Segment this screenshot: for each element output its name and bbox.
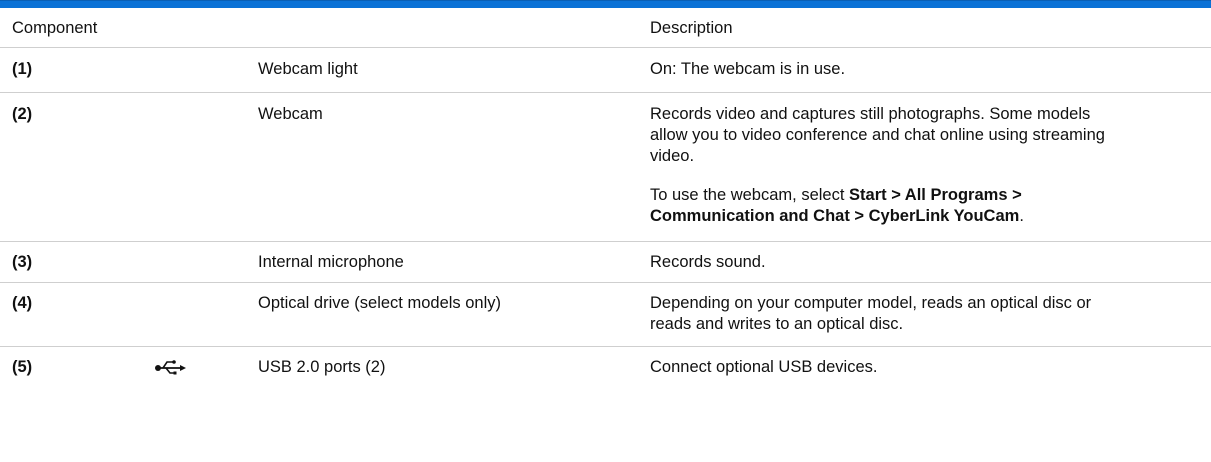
component-number: (3) bbox=[12, 253, 33, 271]
component-name: Internal microphone bbox=[258, 253, 404, 271]
component-number: (4) bbox=[12, 294, 33, 312]
component-table: Component Description (1) Webcam light O… bbox=[0, 0, 1211, 397]
table-row: (5) USB 2.0 ports (2) Connect optional U… bbox=[0, 347, 1211, 397]
table-row: (1) Webcam light On: The webcam is in us… bbox=[0, 48, 1211, 93]
table-row: (2) Webcam Records video and captures st… bbox=[0, 93, 1211, 242]
component-description: Connect optional USB devices. bbox=[650, 358, 878, 376]
table-row: (3) Internal microphone Records sound. bbox=[0, 242, 1211, 283]
component-description: On: The webcam is in use. bbox=[650, 60, 846, 78]
component-icon-cell bbox=[120, 252, 258, 282]
component-description: Records sound. bbox=[650, 253, 766, 271]
component-description-cell: Records video and captures still photogr… bbox=[650, 104, 1211, 241]
component-description: Records video and captures still photogr… bbox=[650, 105, 1105, 165]
component-name: USB 2.0 ports (2) bbox=[258, 358, 386, 376]
component-name: Webcam light bbox=[258, 60, 358, 78]
table-header-row: Component Description bbox=[0, 8, 1211, 48]
component-icon-cell bbox=[120, 104, 258, 241]
component-icon-cell bbox=[120, 293, 258, 346]
component-description: Depending on your computer model, reads … bbox=[650, 294, 1092, 333]
table-top-rule bbox=[0, 0, 1211, 8]
component-icon-cell bbox=[120, 59, 258, 92]
usb-icon bbox=[155, 360, 186, 375]
component-number: (1) bbox=[12, 60, 33, 78]
table-row: (4) Optical drive (select models only) D… bbox=[0, 283, 1211, 347]
header-description: Description bbox=[650, 19, 733, 37]
component-number: (2) bbox=[12, 105, 33, 123]
note-prefix: To use the webcam, select bbox=[650, 186, 850, 204]
component-name: Webcam bbox=[258, 105, 323, 123]
note-path-end: Communication and Chat > CyberLink YouCa… bbox=[650, 207, 1020, 225]
webcam-usage-note: To use the webcam, select Start > All Pr… bbox=[650, 185, 1121, 227]
component-name: Optical drive (select models only) bbox=[258, 294, 502, 312]
header-component: Component bbox=[12, 19, 98, 37]
note-suffix: . bbox=[1019, 207, 1024, 225]
component-number: (5) bbox=[12, 358, 33, 376]
component-icon-cell bbox=[120, 357, 258, 397]
note-path-start: Start > All Programs > bbox=[849, 186, 1022, 204]
